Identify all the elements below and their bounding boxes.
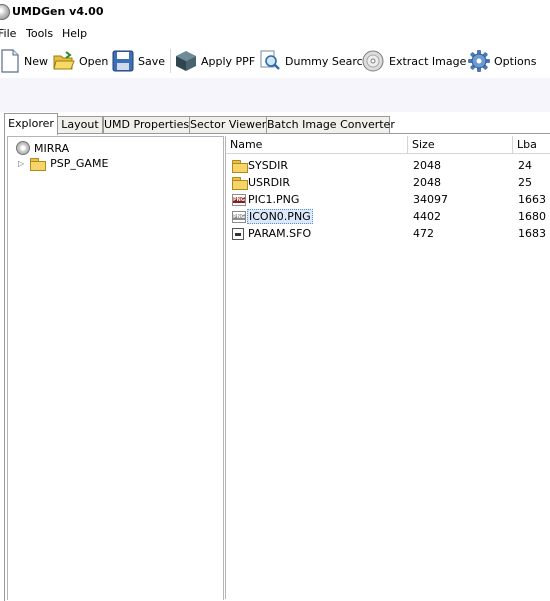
new-button[interactable]: New [0, 47, 48, 75]
menu-tools[interactable]: Tools [26, 27, 53, 40]
extract-disc-icon [362, 50, 384, 72]
dummy-search-button[interactable]: Dummy Search [259, 47, 370, 75]
file-size: 4402 [413, 210, 441, 223]
disc-icon [16, 141, 30, 155]
file-size: 2048 [413, 176, 441, 189]
file-lba: 1680 [518, 210, 546, 223]
file-size: 34097 [413, 193, 448, 206]
tab-sector-viewer[interactable]: Sector Viewer [189, 116, 267, 134]
apply-ppf-button[interactable]: Apply PPF [175, 47, 255, 75]
save-disk-icon [112, 50, 134, 72]
png-file-icon: PNG [232, 194, 246, 206]
file-name: SYSDIR [248, 159, 289, 172]
save-label: Save [138, 54, 166, 68]
dummy-search-label: Dummy Search [285, 54, 370, 68]
toolbar-separator [170, 49, 171, 73]
tab-explorer[interactable]: Explorer [4, 113, 58, 135]
tab-layout[interactable]: Layout [57, 116, 103, 134]
png-file-icon: PNG [232, 211, 246, 223]
options-label: Options [494, 54, 537, 68]
open-label: Open [79, 54, 109, 68]
file-row[interactable]: USRDIR 2048 25 [226, 174, 550, 191]
new-file-icon [1, 49, 19, 73]
magnifier-icon [260, 50, 280, 70]
extract-image-label: Extract Image [389, 54, 467, 68]
file-name: ICON0.PNG [247, 209, 313, 224]
file-size: 472 [413, 227, 434, 240]
menu-bar: File Tools Help [0, 25, 550, 43]
expand-arrow-icon[interactable]: ▷ [18, 159, 24, 168]
file-lba: 24 [518, 159, 532, 172]
tab-batch-image-converter[interactable]: Batch Image Converter [266, 116, 395, 134]
file-row-selected[interactable]: PNG ICON0.PNG 4402 1680 [226, 208, 550, 225]
folder-icon [30, 157, 47, 171]
ppf-box-icon [176, 51, 196, 71]
explorer-panel: MIRRA ▷ PSP_GAME Name Size Lba SYSDIR 20… [4, 133, 550, 601]
column-header-size[interactable]: Size [408, 136, 513, 154]
app-disc-icon [0, 4, 10, 20]
menu-help[interactable]: Help [62, 27, 87, 40]
tree-root-label: MIRRA [34, 141, 70, 155]
file-size: 2048 [413, 159, 441, 172]
open-button[interactable]: Open [53, 47, 108, 75]
file-lba: 25 [518, 176, 532, 189]
options-button[interactable]: Options [468, 47, 536, 75]
folder-icon [232, 160, 248, 173]
window-title: UMDGen v4.00 [12, 5, 104, 18]
file-name: PIC1.PNG [248, 193, 300, 206]
folder-tree[interactable]: MIRRA ▷ PSP_GAME [7, 136, 224, 600]
toolbar-spacer [0, 78, 550, 112]
file-list[interactable]: Name Size Lba SYSDIR 2048 24 USRDIR 2048… [225, 136, 550, 599]
file-name: USRDIR [248, 176, 291, 189]
file-row[interactable]: PARAM.SFO 472 1683 [226, 225, 550, 242]
folder-icon [232, 177, 248, 190]
save-button[interactable]: Save [112, 47, 165, 75]
tree-node-psp-game[interactable]: ▷ PSP_GAME [18, 157, 109, 171]
new-label: New [24, 54, 48, 68]
tree-child-label: PSP_GAME [50, 157, 109, 170]
extract-image-button[interactable]: Extract Image [361, 47, 466, 75]
column-header-lba[interactable]: Lba [513, 136, 550, 154]
gear-icon [468, 50, 490, 72]
tab-umd-properties[interactable]: UMD Properties [103, 116, 190, 134]
apply-ppf-label: Apply PPF [201, 54, 256, 68]
file-lba: 1663 [518, 193, 546, 206]
file-lba: 1683 [518, 227, 546, 240]
open-folder-icon [53, 51, 75, 70]
sfo-file-icon [232, 228, 244, 240]
column-header-name[interactable]: Name [226, 136, 408, 154]
title-bar: UMDGen v4.00 [0, 0, 550, 24]
tree-node-root[interactable]: MIRRA [16, 141, 69, 155]
file-row[interactable]: SYSDIR 2048 24 [226, 157, 550, 174]
file-name: PARAM.SFO [248, 227, 312, 240]
file-row[interactable]: PNG PIC1.PNG 34097 1663 [226, 191, 550, 208]
toolbar: New Open Save Apply PPF Dummy Search Ext… [0, 44, 550, 78]
menu-file[interactable]: File [0, 27, 16, 40]
